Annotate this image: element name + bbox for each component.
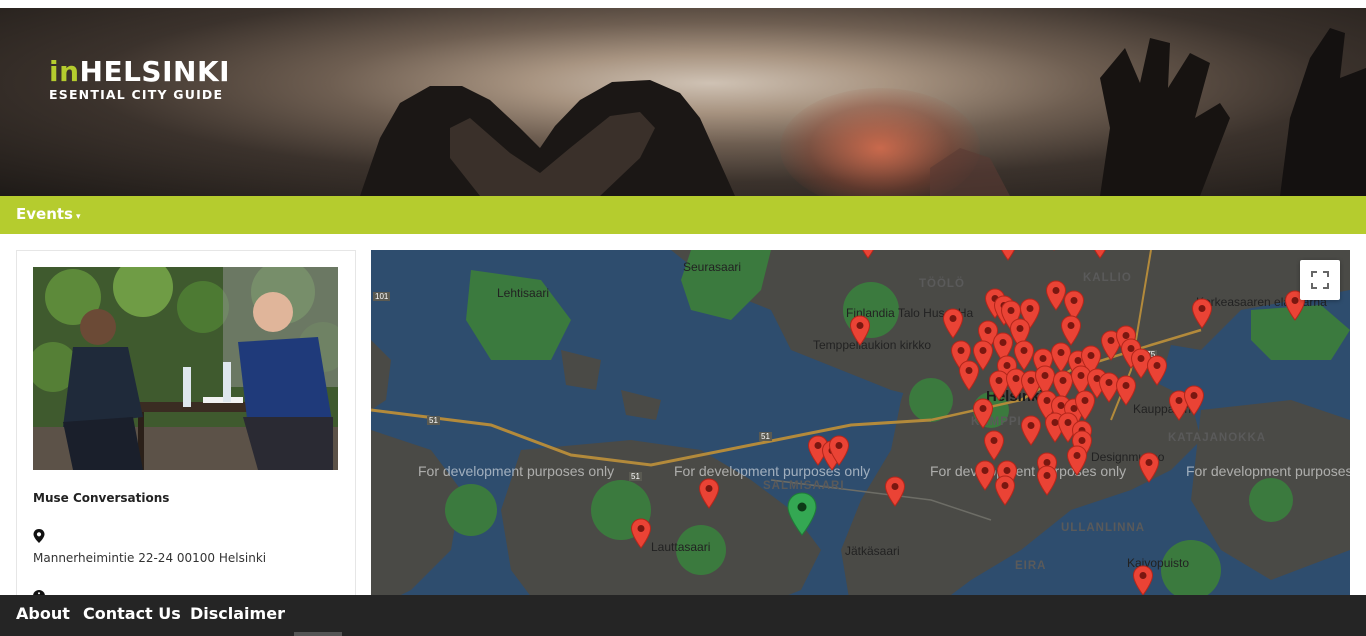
footer: About Contact Us Disclaimer [0,595,1366,636]
map-label-seurasaari: Seurasaari [683,260,742,274]
fullscreen-button[interactable] [1300,260,1340,300]
logo-prefix: in [49,55,80,88]
map-marker[interactable] [1146,355,1168,387]
top-strip [0,0,1366,8]
map-marker[interactable] [849,315,871,347]
main-navbar: Events ▾ [0,196,1366,234]
fullscreen-icon [1311,271,1329,289]
map-marker[interactable] [630,518,652,550]
event-title[interactable]: Muse Conversations [33,491,169,505]
logo-tagline: ESENTIAL CITY GUIDE [49,87,224,102]
map-marker[interactable] [1043,250,1065,252]
horizontal-scrollbar[interactable] [294,632,342,636]
map-label-toolo: TÖÖLÖ [919,278,965,290]
banner-silhouette-image [360,28,1366,196]
map-label-kallio: KALLIO [1083,272,1132,284]
footer-link-contact[interactable]: Contact Us [83,604,181,623]
map-marker[interactable] [972,398,994,430]
map-marker[interactable] [1089,250,1111,260]
map-marker[interactable] [997,250,1019,262]
map-label-lauttasaari: Lauttasaari [651,540,711,554]
map-marker[interactable] [1036,465,1058,497]
header-banner: inHELSINKI ESENTIAL CITY GUIDE [0,8,1366,196]
map-label-salmisaari: SALMISAARI [763,480,845,492]
map-marker[interactable] [1138,452,1160,484]
map-marker[interactable] [983,430,1005,462]
road-shield: 51 [427,416,440,425]
map-dev-notice: For development purposes only [418,463,615,479]
map-marker[interactable] [698,478,720,510]
map-marker[interactable] [958,360,980,392]
map-marker[interactable] [942,308,964,340]
map-dev-notice: For development purposes only [1186,463,1350,479]
map-marker[interactable] [1183,385,1205,417]
map-label-ullanlinna: ULLANLINNA [1061,522,1146,534]
map-label-jatkasaari: Jätkäsaari [845,544,900,558]
map-marker-selected[interactable] [786,492,818,537]
map-label-katajanokka: KATAJANOKKA [1168,432,1267,444]
site-logo[interactable]: inHELSINKI ESENTIAL CITY GUIDE [49,58,230,103]
footer-link-about[interactable]: About [16,604,70,623]
map-marker[interactable] [1132,565,1154,597]
road-shield: 101 [373,292,391,301]
map-marker[interactable] [1191,298,1213,330]
map-marker[interactable] [1115,375,1137,407]
map-marker[interactable] [884,476,906,508]
map-marker[interactable] [1066,445,1088,477]
event-photo-illustration [33,267,338,470]
nav-events-dropdown[interactable]: Events ▾ [16,205,81,223]
map-marker[interactable] [994,475,1016,507]
road-shield: 51 [759,432,772,441]
map-marker-icon [33,528,45,547]
event-map[interactable]: Seurasaari Lehtisaari KALLIO TÖÖLÖ Finla… [371,250,1350,610]
map-dev-notice: For development purposes only [930,463,1127,479]
map-marker[interactable] [857,250,879,260]
chevron-down-icon: ▾ [75,212,81,222]
event-photo [33,267,338,470]
logo-wordmark: inHELSINKI [49,58,230,86]
map-marker[interactable] [1020,415,1042,447]
map-label-lehtisaari: Lehtisaari [497,286,550,300]
nav-events-label: Events [16,205,73,223]
event-card[interactable]: Muse Conversations Mannerheimintie 22-24… [16,250,356,612]
map-label-eira: EIRA [1015,560,1047,572]
map-label-temppeliaukio: Temppeliaukion kirkko [813,338,932,352]
map-marker[interactable] [828,435,850,467]
road-shield: 51 [629,472,642,481]
event-address: Mannerheimintie 22-24 00100 Helsinki [33,551,267,565]
map-marker[interactable] [974,460,996,492]
footer-link-disclaimer[interactable]: Disclaimer [190,604,285,623]
logo-city: HELSINKI [79,55,231,88]
